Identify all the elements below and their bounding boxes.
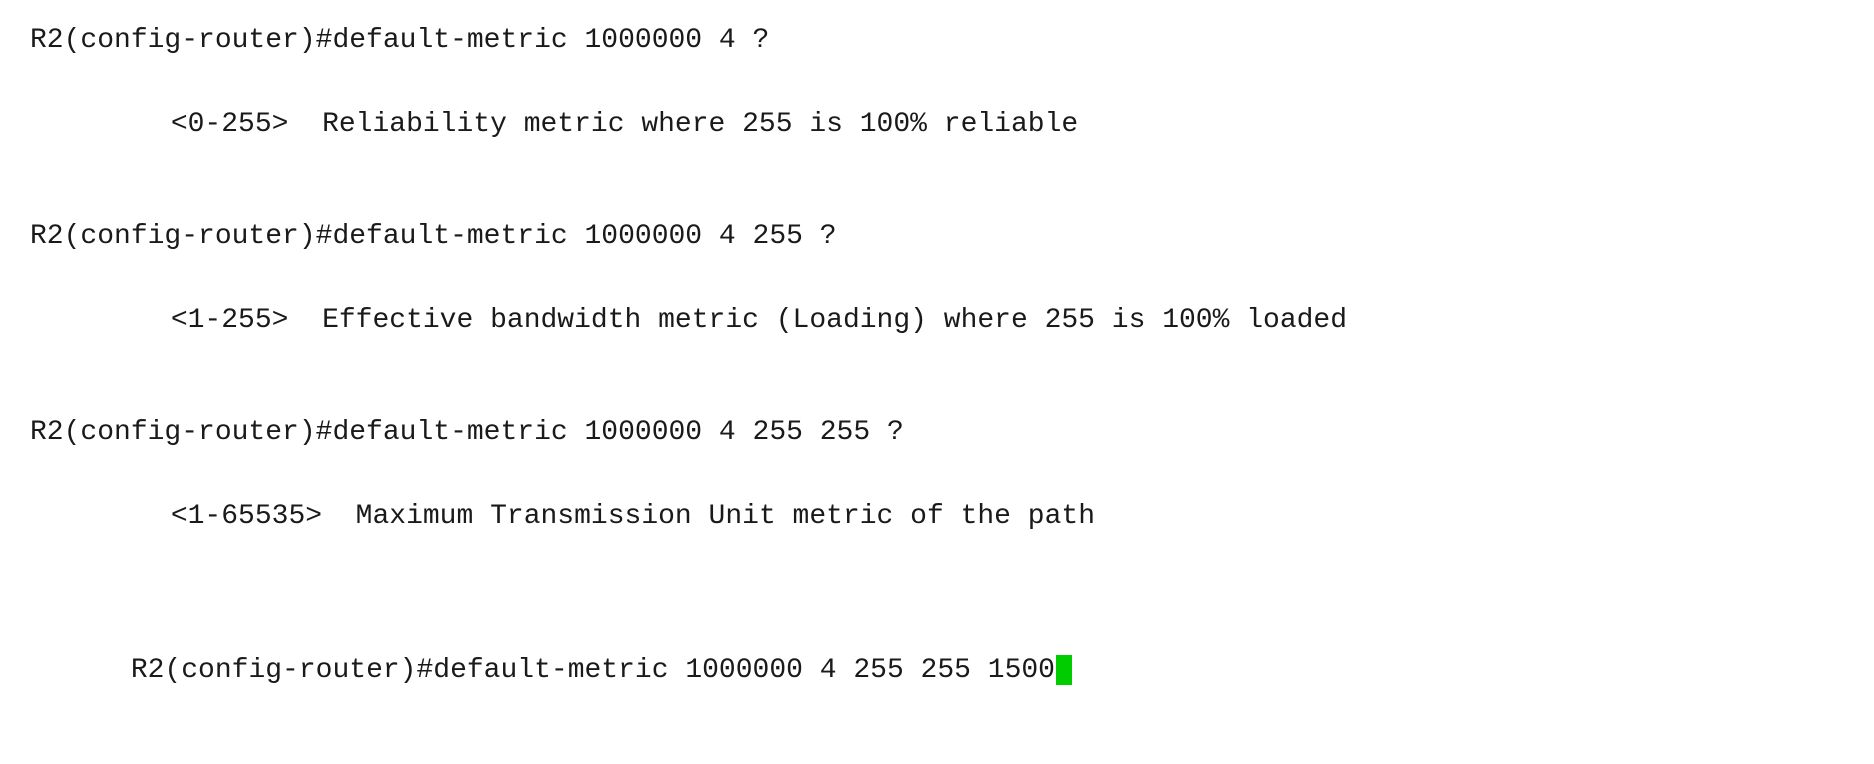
spacer-1 [30, 198, 1844, 216]
help-text-1: Reliability metric where 255 is 100% rel… [322, 109, 1078, 140]
terminal-block-4: R2(config-router)#default-metric 1000000… [30, 608, 1844, 734]
terminal-block-2: R2(config-router)#default-metric 1000000… [30, 216, 1844, 384]
spacer-2 [30, 394, 1844, 412]
help-range-2: <1-255> [171, 305, 289, 336]
command-text-4: R2(config-router)#default-metric 1000000… [131, 655, 1055, 686]
help-range-3: <1-65535> [171, 501, 322, 532]
command-line-2: R2(config-router)#default-metric 1000000… [30, 216, 1844, 258]
help-range-1: <0-255> [171, 109, 289, 140]
help-text-2: Effective bandwidth metric (Loading) whe… [322, 305, 1347, 336]
command-line-1: R2(config-router)#default-metric 1000000… [30, 20, 1844, 62]
terminal-block-1: R2(config-router)#default-metric 1000000… [30, 20, 1844, 188]
command-line-4: R2(config-router)#default-metric 1000000… [30, 608, 1844, 734]
command-line-3: R2(config-router)#default-metric 1000000… [30, 412, 1844, 454]
help-line-1: <0-255> Reliability metric where 255 is … [30, 62, 1844, 188]
terminal-output: R2(config-router)#default-metric 1000000… [30, 20, 1844, 734]
help-line-3: <1-65535> Maximum Transmission Unit metr… [30, 454, 1844, 580]
terminal-cursor [1056, 655, 1072, 685]
terminal-block-3: R2(config-router)#default-metric 1000000… [30, 412, 1844, 580]
help-desc-1 [288, 109, 322, 140]
help-text-3: Maximum Transmission Unit metric of the … [356, 501, 1095, 532]
spacer-3 [30, 590, 1844, 608]
help-line-2: <1-255> Effective bandwidth metric (Load… [30, 258, 1844, 384]
